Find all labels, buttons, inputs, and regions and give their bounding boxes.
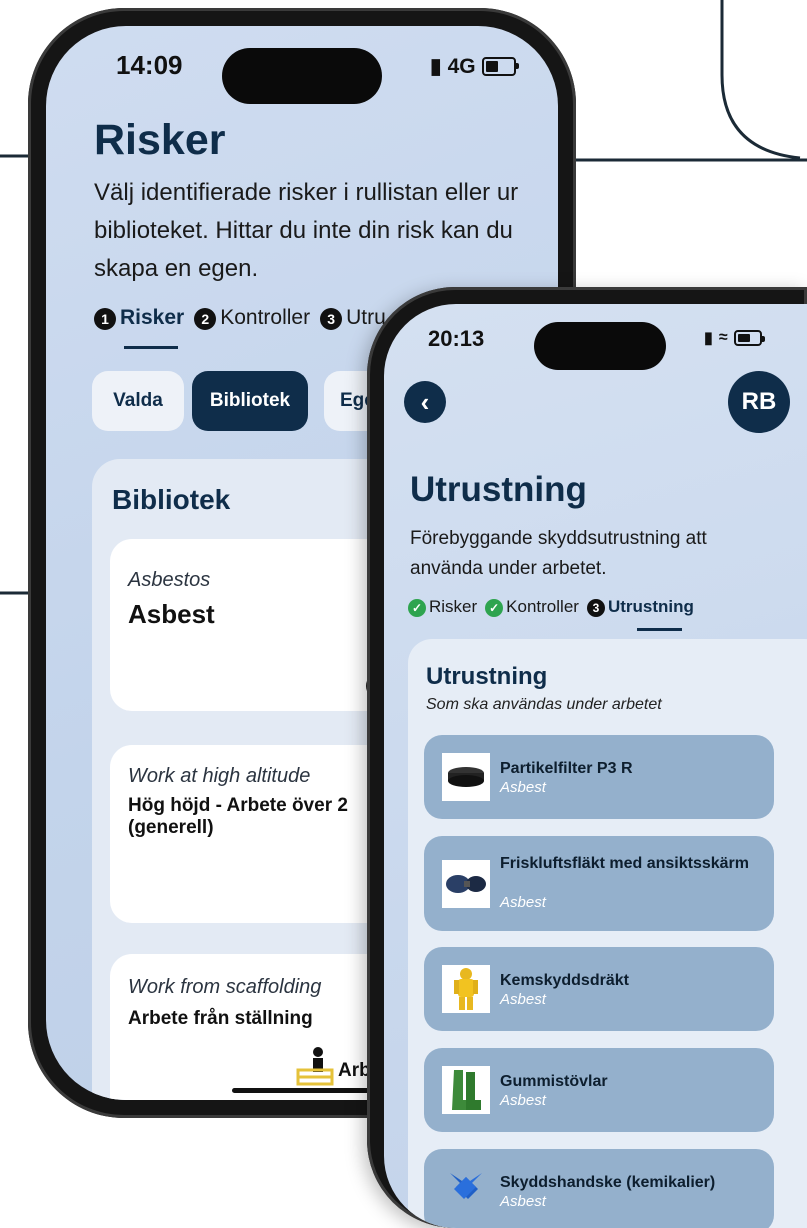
- step-risker[interactable]: ✓ Risker: [408, 597, 477, 617]
- chemical-suit-icon: [442, 965, 490, 1013]
- equipment-item[interactable]: Gummistövlar Asbest: [424, 1048, 774, 1132]
- step-indicator: ✓ Risker ✓ Kontroller 3 Utrustning: [408, 597, 694, 617]
- chevron-left-icon: ‹: [420, 386, 430, 417]
- dynamic-island: [534, 322, 666, 370]
- library-heading: Bibliotek: [112, 484, 231, 515]
- page-description: Förebyggande skyddsutrustning att använd…: [410, 528, 707, 579]
- battery-icon: [481, 57, 519, 76]
- step-utrustning[interactable]: 3 Utrustning: [586, 597, 694, 617]
- equipment-risk: Asbest: [500, 894, 546, 911]
- step-kontroller[interactable]: 2 Kontroller: [194, 306, 310, 330]
- signal-icon: ▮: [704, 330, 713, 347]
- step-risker[interactable]: 1 Risker: [94, 306, 184, 330]
- check-icon: ✓: [408, 599, 426, 617]
- equipment-item[interactable]: Friskluftsfläkt med ansiktsskärm Asbest: [424, 836, 774, 931]
- status-time: 20:13: [428, 326, 485, 351]
- risk-subtitle: Work from scaffolding: [128, 976, 322, 998]
- equipment-name: Friskluftsfläkt med ansiktsskärm: [500, 855, 749, 872]
- filter-cartridge-icon: [442, 753, 490, 801]
- risk-title: Hög höjd - Arbete över 2 (generell): [128, 795, 348, 838]
- equipment-name: Kemskyddsdräkt: [500, 972, 629, 989]
- dynamic-island: [222, 48, 382, 104]
- page-description: Välj identifierade risker i rullistan el…: [94, 179, 519, 282]
- tab-valda[interactable]: Valda: [92, 371, 184, 431]
- equipment-risk: Asbest: [500, 1193, 546, 1210]
- risk-title: Asbest: [128, 599, 215, 629]
- wifi-icon: ≈: [718, 329, 728, 346]
- equipment-item[interactable]: Skyddshandske (kemikalier) Asbest: [424, 1149, 774, 1228]
- status-icons: ▮ 4G: [430, 54, 519, 79]
- respirator-icon: [442, 860, 490, 908]
- check-icon: ✓: [485, 599, 504, 617]
- tab-bibliotek[interactable]: Bibliotek: [192, 371, 308, 431]
- scaffolding-icon: [296, 1047, 334, 1086]
- gloves-icon: [442, 1167, 490, 1215]
- avatar[interactable]: RB: [728, 371, 790, 433]
- rubber-boots-icon: [442, 1066, 490, 1114]
- risk-title: Arbete från ställning: [128, 1008, 313, 1029]
- front-phone-screen: 20:13 ▮ ≈ ‹ RB Utrustning Förebyggande s…: [384, 304, 807, 1228]
- equipment-subheading: Som ska användas under arbetet: [426, 696, 662, 713]
- equipment-item[interactable]: Kemskyddsdräkt Asbest: [424, 947, 774, 1031]
- equipment-name: Gummistövlar: [500, 1073, 608, 1090]
- step-utrustning[interactable]: 3 Utru: [320, 306, 386, 330]
- front-phone-frame: 20:13 ▮ ≈ ‹ RB Utrustning Förebyggande s…: [367, 287, 807, 1228]
- battery-icon: [733, 330, 765, 346]
- step-kontroller[interactable]: ✓ Kontroller: [485, 597, 579, 617]
- equipment-risk: Asbest: [500, 991, 546, 1008]
- risk-subtitle: Work at high altitude: [128, 765, 311, 787]
- back-button[interactable]: ‹: [404, 381, 446, 423]
- signal-icon: ▮: [430, 55, 442, 78]
- equipment-risk: Asbest: [500, 1092, 546, 1109]
- step-indicator: 1 Risker 2 Kontroller 3 Utru: [94, 306, 386, 330]
- risk-subtitle: Asbestos: [128, 569, 211, 591]
- active-step-underline: [637, 628, 682, 631]
- network-label: 4G: [447, 54, 476, 78]
- page-title: Risker: [94, 116, 226, 164]
- status-icons: ▮ ≈: [704, 328, 765, 348]
- active-step-underline: [124, 346, 178, 349]
- equipment-heading: Utrustning: [426, 663, 548, 690]
- equipment-item[interactable]: Partikelfilter P3 R Asbest: [424, 735, 774, 819]
- home-indicator: [232, 1088, 382, 1093]
- status-time: 14:09: [116, 50, 183, 80]
- equipment-panel: Utrustning Som ska användas under arbete…: [408, 639, 807, 1228]
- callout-curve: [720, 0, 801, 160]
- equipment-name: Partikelfilter P3 R: [500, 760, 633, 777]
- equipment-risk: Asbest: [500, 779, 546, 796]
- equipment-name: Skyddshandske (kemikalier): [500, 1174, 716, 1191]
- page-title: Utrustning: [410, 470, 587, 509]
